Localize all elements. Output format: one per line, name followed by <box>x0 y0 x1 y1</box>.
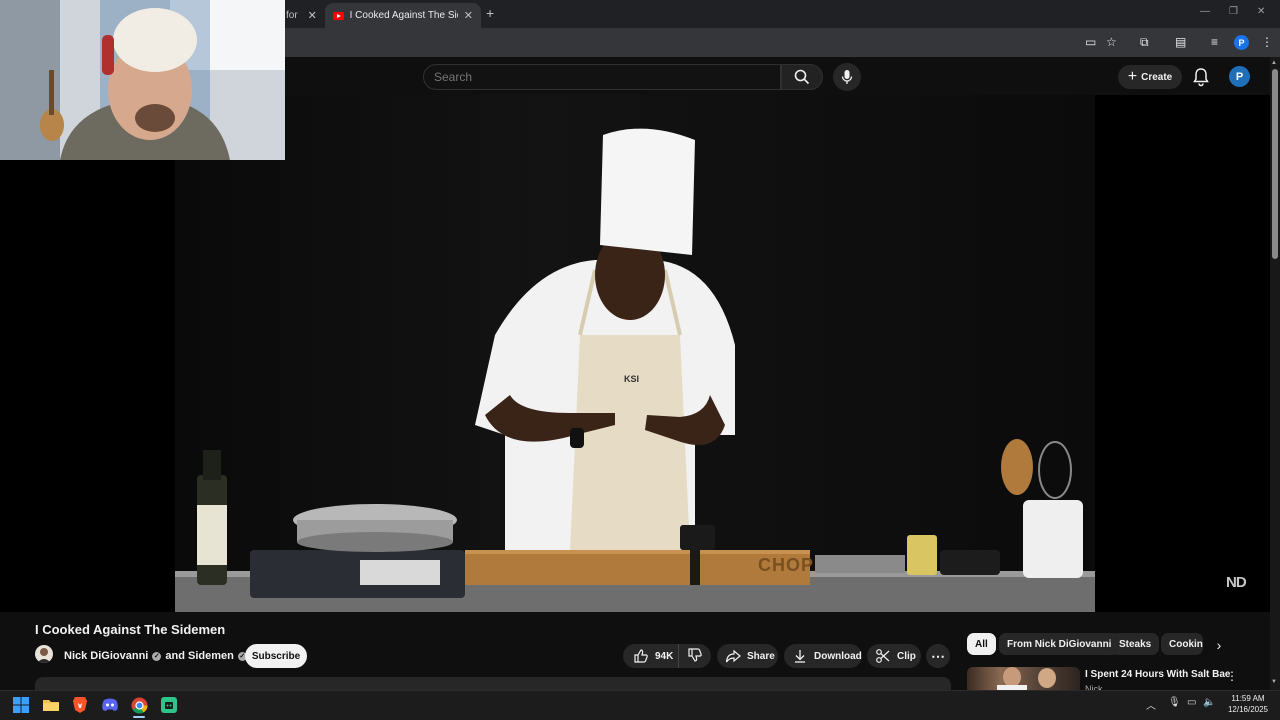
extensions-icon[interactable]: ⧉ <box>1140 35 1149 50</box>
scroll-up-icon[interactable]: ▲ <box>1271 60 1277 66</box>
search-input[interactable] <box>424 65 780 89</box>
bookmark-star-icon[interactable]: ☆ <box>1106 35 1117 49</box>
like-dislike-group: 94K <box>623 644 711 668</box>
share-icon <box>725 648 741 664</box>
network-icon[interactable]: ▭ <box>1187 697 1196 708</box>
page-scrollbar[interactable] <box>1270 57 1280 690</box>
scroll-down-icon[interactable]: ▼ <box>1271 679 1277 685</box>
share-label: Share <box>747 650 775 662</box>
desktop-screen: for ✕ I Cooked Against The Sidemen ✕ + —… <box>0 0 1280 720</box>
split-view-icon[interactable]: ▤ <box>1175 35 1186 49</box>
channel-avatar-image <box>37 648 51 663</box>
close-icon[interactable]: ✕ <box>308 9 317 22</box>
app-icon[interactable] <box>160 696 178 714</box>
chevron-right-icon[interactable]: › <box>1210 636 1228 654</box>
account-avatar[interactable]: P <box>1229 66 1250 87</box>
tab-current[interactable]: I Cooked Against The Sidemen ✕ <box>325 3 481 28</box>
search-button[interactable] <box>781 64 823 90</box>
scrollbar-thumb[interactable] <box>1272 69 1278 259</box>
windows-taskbar <box>0 690 1280 720</box>
media-controls-icon[interactable]: ≡ <box>1211 35 1218 49</box>
subscribe-button[interactable]: Subscribe <box>245 644 307 668</box>
verified-icon: ✓ <box>152 651 162 661</box>
video-watermark: ND <box>1226 574 1247 591</box>
clip-button[interactable]: Clip <box>867 644 921 668</box>
chip-all[interactable]: All <box>967 633 996 655</box>
tab-label: for <box>286 10 298 21</box>
search-box[interactable] <box>423 64 781 90</box>
new-tab-button[interactable]: + <box>486 5 494 21</box>
browser-menu-icon[interactable]: ⋮ <box>1261 35 1273 49</box>
tab-label: I Cooked Against The Sidemen <box>349 10 458 21</box>
video-scene-image <box>175 128 1095 612</box>
active-app-indicator <box>133 716 145 718</box>
close-icon[interactable]: ✕ <box>464 9 473 22</box>
recommendation-title[interactable]: I Spent 24 Hours With Salt Bae <box>1085 669 1231 680</box>
like-button[interactable]: 94K <box>623 644 679 668</box>
clip-icon <box>875 648 891 664</box>
tray-overflow-icon[interactable]: ︿ <box>1146 697 1156 712</box>
collaborator-name[interactable]: Sidemen <box>188 650 234 662</box>
channel-name[interactable]: Nick DiGiovanni <box>64 650 148 662</box>
channel-names: Nick DiGiovanni ✓ and Sidemen ✓ <box>64 650 251 662</box>
download-icon <box>792 648 808 664</box>
file-explorer-icon[interactable] <box>42 696 60 714</box>
volume-icon[interactable]: 🔈 <box>1203 697 1215 708</box>
youtube-favicon-icon <box>333 11 344 20</box>
recommendation-thumbnail[interactable] <box>967 667 1080 691</box>
webcam-overlay <box>0 0 285 160</box>
chip-from-channel[interactable]: From Nick DiGiovanni <box>999 633 1120 655</box>
channel-avatar[interactable] <box>35 645 53 663</box>
webcam-image <box>0 0 285 160</box>
clock-time: 11:59 AM <box>1231 694 1265 703</box>
browser-profile-avatar[interactable]: P <box>1234 35 1249 50</box>
taskbar-clock[interactable]: 11:59 AM 12/16/2025 <box>1222 693 1274 715</box>
recommendation-menu-icon[interactable]: ⋮ <box>1226 669 1238 683</box>
chrome-icon[interactable] <box>130 696 148 714</box>
more-icon: ⋯ <box>931 647 945 664</box>
video-title: I Cooked Against The Sidemen <box>35 622 226 637</box>
notifications-button[interactable] <box>1190 66 1212 88</box>
share-button[interactable]: Share <box>717 644 778 668</box>
brave-icon[interactable] <box>71 696 89 714</box>
collab-prefix: and <box>165 650 185 662</box>
microphone-tray-icon[interactable]: 🎙 <box>1168 697 1181 708</box>
create-label: Create <box>1141 71 1173 83</box>
plus-icon: + <box>1127 68 1138 85</box>
close-window-icon[interactable]: ✕ <box>1257 6 1265 17</box>
restore-icon[interactable]: ❐ <box>1229 6 1238 17</box>
board-text: CHOP <box>758 555 815 575</box>
minimize-icon[interactable]: — <box>1200 6 1210 17</box>
discord-icon[interactable] <box>101 696 119 714</box>
more-actions-button[interactable]: ⋯ <box>926 644 950 668</box>
download-button[interactable]: Download <box>784 644 862 668</box>
dislike-icon <box>687 647 703 666</box>
search-icon <box>794 69 810 85</box>
bell-icon <box>1193 68 1209 87</box>
apron-logo: KSI <box>624 374 640 384</box>
chip-steaks[interactable]: Steaks <box>1111 633 1160 655</box>
windows-start-icon[interactable] <box>12 696 30 714</box>
download-label: Download <box>814 650 862 662</box>
clock-date: 12/16/2025 <box>1227 705 1269 714</box>
clip-label: Clip <box>897 650 916 662</box>
cast-icon[interactable]: ▭ <box>1085 35 1096 49</box>
voice-search-button[interactable] <box>833 63 861 91</box>
chip-cooking[interactable]: Cooking <box>1161 633 1203 655</box>
dislike-button[interactable] <box>679 644 711 668</box>
mic-icon <box>841 70 853 84</box>
like-count: 94K <box>655 650 674 662</box>
video-frame[interactable]: KSI CHOP <box>175 95 1095 612</box>
create-button[interactable]: + Create <box>1118 65 1182 89</box>
recommendation-thumbnail-image <box>997 667 1056 691</box>
like-icon <box>633 648 649 664</box>
